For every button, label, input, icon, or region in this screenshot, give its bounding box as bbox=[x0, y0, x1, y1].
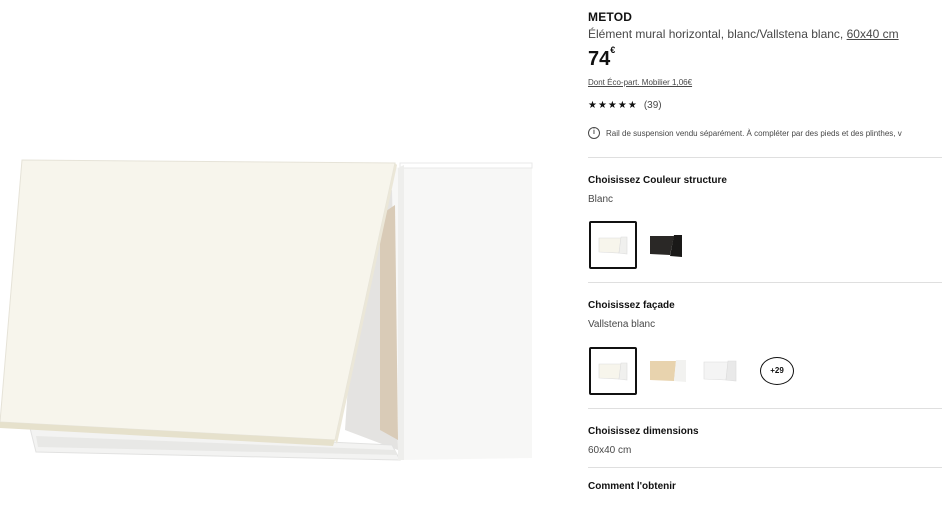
swatch-structure-black[interactable] bbox=[640, 221, 688, 269]
cabinet-illustration bbox=[0, 159, 533, 461]
product-name: METOD bbox=[588, 10, 633, 24]
star-icon: ★★★★★ bbox=[588, 100, 638, 111]
review-count[interactable]: (39) bbox=[644, 100, 662, 111]
swatch-facade-oak[interactable] bbox=[644, 347, 692, 395]
price-currency: € bbox=[610, 45, 616, 55]
cabinet-white-thumbnail bbox=[598, 236, 628, 255]
eco-part-link[interactable]: Dont Éco-part. Mobilier 1,06€ bbox=[588, 78, 692, 87]
cabinet-black-thumbnail bbox=[650, 235, 682, 257]
facade-section-title[interactable]: Choisissez façade bbox=[588, 300, 675, 311]
notice: i Rail de suspension vendu séparément. À… bbox=[588, 127, 902, 139]
divider bbox=[588, 467, 942, 468]
divider bbox=[588, 282, 942, 283]
info-circle-icon: i bbox=[588, 127, 600, 139]
facade-selected-value: Vallstena blanc bbox=[588, 319, 656, 330]
obtain-section-title[interactable]: Comment l'obtenir bbox=[588, 481, 676, 492]
product-info-panel: METOD Élément mural horizontal, blanc/Va… bbox=[588, 0, 942, 500]
structure-section-title[interactable]: Choisissez Couleur structure bbox=[588, 175, 727, 186]
swatch-facade-vallstena-white[interactable] bbox=[589, 347, 637, 395]
divider bbox=[588, 157, 942, 158]
facade-white-thumbnail bbox=[598, 362, 628, 381]
dimensions-selected-value: 60x40 cm bbox=[588, 445, 632, 456]
facade-gloss-thumbnail bbox=[703, 360, 737, 382]
notice-text: Rail de suspension vendu séparément. À c… bbox=[606, 128, 902, 138]
more-facades-button[interactable]: +29 bbox=[760, 357, 794, 385]
facade-oak-thumbnail bbox=[650, 360, 686, 382]
swatch-structure-white[interactable] bbox=[589, 221, 637, 269]
price-integer: 74 bbox=[588, 48, 611, 70]
product-price: 74€ bbox=[588, 45, 616, 71]
product-description: Élément mural horizontal, blanc/Vallsten… bbox=[588, 27, 899, 41]
structure-selected-value: Blanc bbox=[588, 194, 614, 205]
dimensions-section-title[interactable]: Choisissez dimensions bbox=[588, 426, 699, 437]
description-text: Élément mural horizontal, blanc/Vallsten… bbox=[588, 27, 847, 41]
product-image[interactable] bbox=[0, 0, 560, 500]
dimension-link[interactable]: 60x40 cm bbox=[847, 27, 899, 41]
rating[interactable]: ★★★★★ (39) bbox=[588, 100, 662, 111]
swatch-facade-white-gloss[interactable] bbox=[696, 347, 744, 395]
divider bbox=[588, 408, 942, 409]
